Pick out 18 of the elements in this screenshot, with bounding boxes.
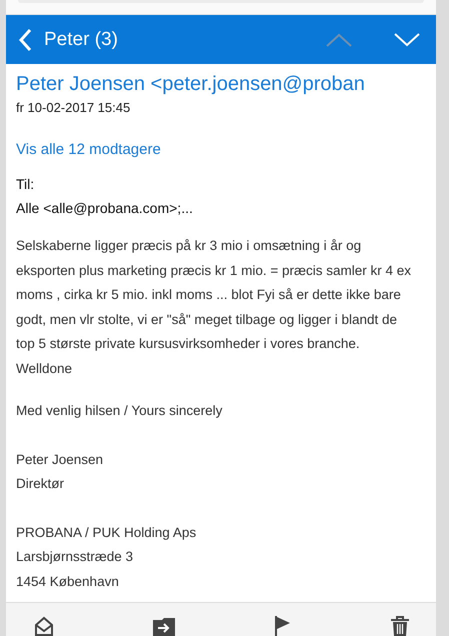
signature-line: 1454 København (16, 572, 120, 590)
signature-line: Larsbjørnsstræde 3 (16, 548, 134, 566)
message-date: fr 10-02-2017 15:45 (16, 100, 132, 115)
body-paragraph: Selskaberne ligger præcis på kr 3 mio i omsætning i år og eksporten plus marketing præcis kr 1 mio. = præcis samler kr 4 ex moms , cirka kr 5 mio. inkl moms ... blot Fyi så er dette ikke bare godt, men vlr stolte, vi er "så" meget tilbage og ligger i blandt de top 5 største private kursusvirksomheder i vores branche. Welldone (16, 237, 412, 378)
trash-icon[interactable] (390, 616, 410, 636)
flag-icon[interactable] (274, 616, 292, 636)
to-label: Til: (16, 176, 36, 192)
folder-arrow-icon[interactable] (152, 616, 176, 636)
recipients-link[interactable]: Vis alle 12 modtagere (16, 141, 161, 158)
conversation-title: Peter (3) (44, 28, 118, 50)
back-icon[interactable] (18, 28, 32, 52)
signature-line: Peter Joensen (16, 450, 104, 468)
signature-line: Direktør (16, 475, 65, 493)
signature-line: PROBANA / PUK Holding Aps (16, 524, 198, 542)
body-paragraph: Med venlig hilsen / Yours sincerely (16, 402, 224, 420)
to-recipients: Alle <alle@probana.com>;... (16, 200, 194, 216)
sender-name: Peter Joensen <peter.joensen@proban (16, 72, 366, 97)
open-envelope-icon[interactable] (34, 616, 54, 636)
